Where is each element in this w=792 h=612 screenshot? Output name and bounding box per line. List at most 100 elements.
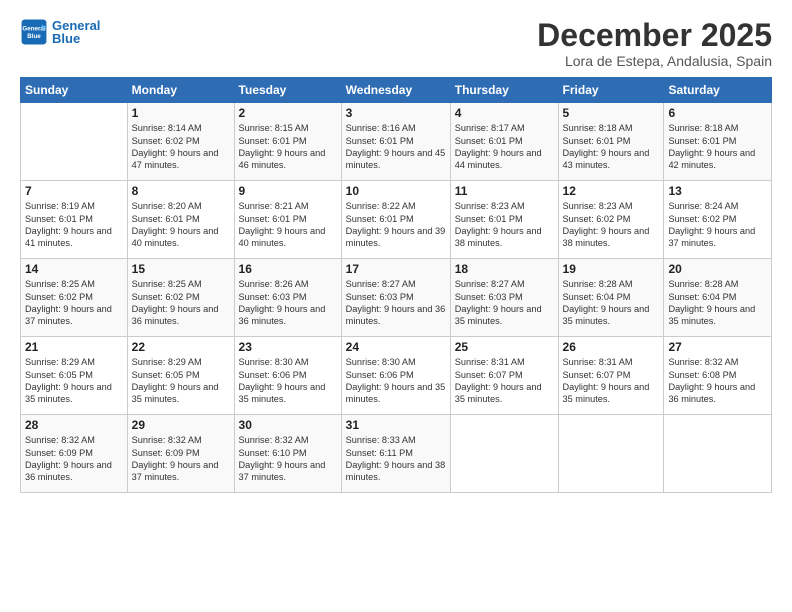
day-info: Sunrise: 8:17 AMSunset: 6:01 PMDaylight:… [455,122,554,172]
day-info: Sunrise: 8:22 AMSunset: 6:01 PMDaylight:… [346,200,446,250]
calendar-cell: 2 Sunrise: 8:15 AMSunset: 6:01 PMDaylight… [234,103,341,181]
calendar-week-row: 28 Sunrise: 8:32 AMSunset: 6:09 PMDayligh… [21,415,772,493]
calendar-cell: 12 Sunrise: 8:23 AMSunset: 6:02 PMDayligh… [558,181,664,259]
calendar-cell [450,415,558,493]
calendar-cell: 10 Sunrise: 8:22 AMSunset: 6:01 PMDayligh… [341,181,450,259]
day-number: 19 [563,262,660,276]
day-number: 3 [346,106,446,120]
day-number: 31 [346,418,446,432]
weekday-header: Saturday [664,78,772,103]
day-number: 5 [563,106,660,120]
day-info: Sunrise: 8:19 AMSunset: 6:01 PMDaylight:… [25,200,123,250]
day-number: 2 [239,106,337,120]
day-info: Sunrise: 8:27 AMSunset: 6:03 PMDaylight:… [455,278,554,328]
weekday-header: Monday [127,78,234,103]
calendar-cell: 7 Sunrise: 8:19 AMSunset: 6:01 PMDaylight… [21,181,128,259]
calendar-cell: 18 Sunrise: 8:27 AMSunset: 6:03 PMDayligh… [450,259,558,337]
weekday-header: Friday [558,78,664,103]
day-number: 25 [455,340,554,354]
calendar-cell: 21Sunrise: 8:29 AMSunset: 6:05 PMDayligh… [21,337,128,415]
logo-text: General Blue [52,18,100,46]
day-info: Sunrise: 8:14 AMSunset: 6:02 PMDaylight:… [132,122,230,172]
calendar-cell: 14 Sunrise: 8:25 AMSunset: 6:02 PMDayligh… [21,259,128,337]
day-number: 30 [239,418,337,432]
calendar-cell: 26 Sunrise: 8:31 AMSunset: 6:07 PMDayligh… [558,337,664,415]
weekday-header: Sunday [21,78,128,103]
day-info: Sunrise: 8:32 AMSunset: 6:09 PMDaylight:… [132,434,230,484]
day-info: Sunrise: 8:32 AMSunset: 6:09 PMDaylight:… [25,434,123,484]
calendar-cell [558,415,664,493]
logo-icon: General Blue [20,18,48,46]
day-number: 16 [239,262,337,276]
weekday-header: Wednesday [341,78,450,103]
calendar-cell: 27 Sunrise: 8:32 AMSunset: 6:08 PMDayligh… [664,337,772,415]
calendar-cell: 11Sunrise: 8:23 AMSunset: 6:01 PMDayligh… [450,181,558,259]
calendar-cell: 30 Sunrise: 8:32 AMSunset: 6:10 PMDayligh… [234,415,341,493]
calendar-cell: 6 Sunrise: 8:18 AMSunset: 6:01 PMDaylight… [664,103,772,181]
day-info: Sunrise: 8:28 AMSunset: 6:04 PMDaylight:… [563,278,660,328]
day-number: 23 [239,340,337,354]
day-number: 27 [668,340,767,354]
day-number: 7 [25,184,123,198]
calendar-cell [664,415,772,493]
calendar-page: General Blue General Blue December 2025 … [0,0,792,612]
day-info: Sunrise: 8:31 AMSunset: 6:07 PMDaylight:… [455,356,554,406]
calendar-cell: 31 Sunrise: 8:33 AMSunset: 6:11 PMDayligh… [341,415,450,493]
calendar-cell: 29 Sunrise: 8:32 AMSunset: 6:09 PMDayligh… [127,415,234,493]
day-info: Sunrise: 8:32 AMSunset: 6:10 PMDaylight:… [239,434,337,484]
day-info: Sunrise: 8:18 AMSunset: 6:01 PMDaylight:… [668,122,767,172]
day-number: 10 [346,184,446,198]
day-number: 18 [455,262,554,276]
calendar-cell: 16 Sunrise: 8:26 AMSunset: 6:03 PMDayligh… [234,259,341,337]
day-number: 15 [132,262,230,276]
day-number: 12 [563,184,660,198]
day-info: Sunrise: 8:15 AMSunset: 6:01 PMDaylight:… [239,122,337,172]
day-number: 17 [346,262,446,276]
day-info: Sunrise: 8:33 AMSunset: 6:11 PMDaylight:… [346,434,446,484]
day-number: 20 [668,262,767,276]
calendar-cell: 17 Sunrise: 8:27 AMSunset: 6:03 PMDayligh… [341,259,450,337]
weekday-header: Tuesday [234,78,341,103]
day-info: Sunrise: 8:27 AMSunset: 6:03 PMDaylight:… [346,278,446,328]
calendar-cell: 25 Sunrise: 8:31 AMSunset: 6:07 PMDayligh… [450,337,558,415]
svg-text:Blue: Blue [27,33,41,40]
calendar-cell: 9Sunrise: 8:21 AMSunset: 6:01 PMDaylight… [234,181,341,259]
day-number: 6 [668,106,767,120]
calendar-week-row: 1Sunrise: 8:14 AMSunset: 6:02 PMDaylight… [21,103,772,181]
day-info: Sunrise: 8:26 AMSunset: 6:03 PMDaylight:… [239,278,337,328]
day-info: Sunrise: 8:18 AMSunset: 6:01 PMDaylight:… [563,122,660,172]
day-info: Sunrise: 8:23 AMSunset: 6:01 PMDaylight:… [455,200,554,250]
weekday-header: Thursday [450,78,558,103]
calendar-cell: 8 Sunrise: 8:20 AMSunset: 6:01 PMDaylight… [127,181,234,259]
title-block: December 2025 Lora de Estepa, Andalusia,… [537,18,772,69]
day-number: 29 [132,418,230,432]
day-info: Sunrise: 8:31 AMSunset: 6:07 PMDaylight:… [563,356,660,406]
calendar-cell: 20 Sunrise: 8:28 AMSunset: 6:04 PMDayligh… [664,259,772,337]
month-title: December 2025 [537,18,772,53]
day-info: Sunrise: 8:25 AMSunset: 6:02 PMDaylight:… [132,278,230,328]
day-number: 26 [563,340,660,354]
calendar-cell: 3Sunrise: 8:16 AMSunset: 6:01 PMDaylight… [341,103,450,181]
day-info: Sunrise: 8:25 AMSunset: 6:02 PMDaylight:… [25,278,123,328]
logo: General Blue General Blue [20,18,100,46]
day-info: Sunrise: 8:30 AMSunset: 6:06 PMDaylight:… [239,356,337,406]
day-info: Sunrise: 8:28 AMSunset: 6:04 PMDaylight:… [668,278,767,328]
calendar-cell [21,103,128,181]
day-number: 14 [25,262,123,276]
page-header: General Blue General Blue December 2025 … [20,18,772,69]
calendar-table: SundayMondayTuesdayWednesdayThursdayFrid… [20,77,772,493]
day-number: 8 [132,184,230,198]
day-info: Sunrise: 8:32 AMSunset: 6:08 PMDaylight:… [668,356,767,406]
day-info: Sunrise: 8:29 AMSunset: 6:05 PMDaylight:… [25,356,123,406]
day-number: 28 [25,418,123,432]
day-number: 9 [239,184,337,198]
day-info: Sunrise: 8:24 AMSunset: 6:02 PMDaylight:… [668,200,767,250]
day-info: Sunrise: 8:20 AMSunset: 6:01 PMDaylight:… [132,200,230,250]
location: Lora de Estepa, Andalusia, Spain [537,53,772,69]
calendar-week-row: 7 Sunrise: 8:19 AMSunset: 6:01 PMDaylight… [21,181,772,259]
calendar-cell: 5 Sunrise: 8:18 AMSunset: 6:01 PMDaylight… [558,103,664,181]
day-number: 13 [668,184,767,198]
calendar-cell: 23 Sunrise: 8:30 AMSunset: 6:06 PMDayligh… [234,337,341,415]
day-number: 24 [346,340,446,354]
day-info: Sunrise: 8:23 AMSunset: 6:02 PMDaylight:… [563,200,660,250]
